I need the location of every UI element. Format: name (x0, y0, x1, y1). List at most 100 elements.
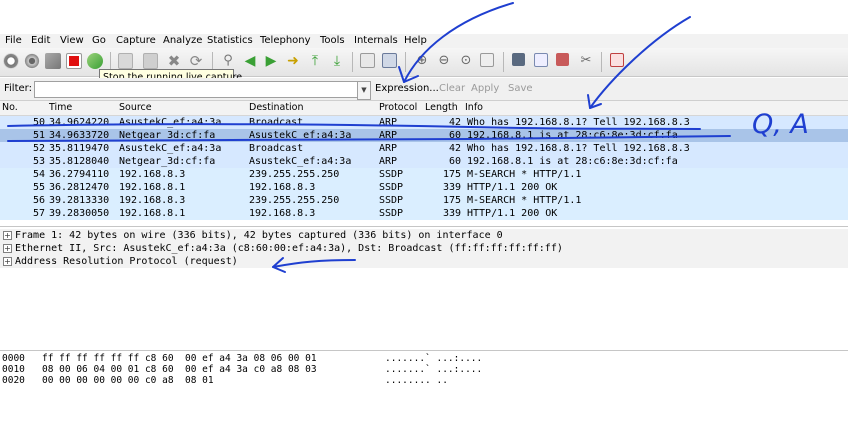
detail-tree-item[interactable]: + Frame 1: 42 bytes on wire (336 bits), … (0, 229, 848, 242)
bytes-ascii: ........ .. (385, 375, 448, 386)
cell-protocol: SSDP (379, 169, 404, 180)
start-capture-icon[interactable] (45, 53, 61, 69)
column-protocol[interactable]: Protocol (379, 102, 417, 113)
help-icon[interactable] (610, 53, 624, 67)
expand-icon[interactable]: + (3, 257, 12, 266)
menu-help[interactable]: Help (404, 34, 427, 48)
cell-length: 42 (449, 143, 462, 154)
cell-length: 175 (443, 169, 462, 180)
find-packet-icon[interactable]: ⚲ (220, 53, 236, 69)
cell-protocol: SSDP (379, 195, 404, 206)
column-source[interactable]: Source (119, 102, 152, 113)
expression-button[interactable]: Expression... (375, 83, 439, 94)
stop-icon (69, 56, 79, 66)
cell-time: 39.2813330 (49, 195, 110, 206)
go-first-icon[interactable]: ⤒ (307, 53, 323, 69)
auto-scroll-icon[interactable] (382, 53, 397, 68)
open-file-icon[interactable] (118, 53, 133, 69)
cell-length: 175 (443, 195, 462, 206)
menu-capture[interactable]: Capture (116, 34, 156, 48)
filter-toolbar: Filter: ▼ Expression... Clear Apply Save (0, 78, 848, 101)
cell-dst: AsustekC_ef:a4:3a (249, 156, 352, 167)
apply-button[interactable]: Apply (471, 83, 499, 94)
go-forward-icon[interactable]: ▶ (263, 53, 279, 69)
coloring-rules-icon[interactable] (556, 53, 569, 66)
table-row[interactable]: 55 36.2812470 192.168.8.1 192.168.8.3 SS… (0, 181, 848, 194)
options-icon[interactable] (24, 53, 40, 69)
save-file-icon[interactable] (143, 53, 158, 69)
menu-file[interactable]: File (5, 34, 22, 48)
menu-edit[interactable]: Edit (31, 34, 50, 48)
filter-dropdown-chevron-icon[interactable]: ▼ (357, 81, 371, 100)
toolbar-separator (601, 52, 602, 72)
restart-capture-icon[interactable] (87, 53, 103, 69)
cell-src: 192.168.8.3 (119, 169, 186, 180)
column-info[interactable]: Info (465, 102, 483, 113)
table-row[interactable]: 50 34.9624220 AsustekC_ef:a4:3a Broadcas… (0, 116, 848, 129)
detail-tree-item[interactable]: + Address Resolution Protocol (request) (0, 255, 848, 268)
expand-icon[interactable]: + (3, 231, 12, 240)
cell-time: 36.2794110 (49, 169, 110, 180)
capture-filters-icon[interactable] (512, 53, 525, 66)
cell-length: 339 (443, 182, 462, 193)
stop-capture-button[interactable] (66, 53, 82, 69)
resize-columns-icon[interactable] (480, 53, 494, 67)
cell-dst: Broadcast (249, 117, 304, 128)
table-row[interactable]: 56 39.2813330 192.168.8.3 239.255.255.25… (0, 194, 848, 207)
colorize-icon[interactable] (360, 53, 375, 68)
detail-text: Address Resolution Protocol (request) (15, 256, 238, 267)
table-row[interactable]: 57 39.2830050 192.168.8.1 192.168.8.3 SS… (0, 207, 848, 220)
cell-protocol: ARP (379, 156, 398, 167)
cell-dst: 192.168.8.3 (249, 208, 316, 219)
zoom-out-icon[interactable]: ⊖ (436, 53, 452, 69)
normal-size-icon[interactable]: ⊙ (458, 53, 474, 69)
bytes-offset: 0020 (2, 375, 25, 386)
menu-view[interactable]: View (60, 34, 84, 48)
display-filters-icon[interactable] (534, 53, 548, 67)
bytes-row[interactable]: 0000 ff ff ff ff ff ff c8 60 00 ef a4 3a… (0, 353, 848, 364)
preferences-icon[interactable]: ✂ (578, 53, 594, 69)
column-destination[interactable]: Destination (249, 102, 304, 113)
menu-analyze[interactable]: Analyze (163, 34, 202, 48)
menu-tools[interactable]: Tools (320, 34, 345, 48)
cell-time: 35.8128040 (49, 156, 110, 167)
bytes-row[interactable]: 0020 00 00 00 00 00 00 c0 a8 08 01 .....… (0, 375, 848, 386)
expand-icon[interactable]: + (3, 244, 12, 253)
menu-telephony[interactable]: Telephony (260, 34, 311, 48)
detail-tree-item[interactable]: + Ethernet II, Src: AsustekC_ef:a4:3a (c… (0, 242, 848, 255)
zoom-in-icon[interactable]: ⊕ (414, 53, 430, 69)
go-to-packet-icon[interactable]: ➜ (285, 53, 301, 69)
cell-length: 60 (449, 130, 462, 141)
bytes-row[interactable]: 0010 08 00 06 04 00 01 c8 60 00 ef a4 3a… (0, 364, 848, 375)
cell-dst: Broadcast (249, 143, 304, 154)
column-time[interactable]: Time (49, 102, 72, 113)
cell-no: 52 (33, 143, 46, 154)
packet-details-pane: + Frame 1: 42 bytes on wire (336 bits), … (0, 226, 848, 351)
cell-info: HTTP/1.1 200 OK (467, 182, 558, 193)
go-last-icon[interactable]: ⤓ (329, 53, 345, 69)
cell-info: M-SEARCH * HTTP/1.1 (467, 195, 582, 206)
filter-input[interactable] (34, 81, 360, 98)
menu-go[interactable]: Go (92, 34, 106, 48)
table-row[interactable]: 51 34.9633720 Netgear_3d:cf:fa AsustekC_… (0, 129, 848, 142)
column-length[interactable]: Length (425, 102, 458, 113)
packet-list-header: No. Time Source Destination Protocol Len… (0, 101, 848, 116)
save-filter-button[interactable]: Save (508, 83, 533, 94)
menu-internals[interactable]: Internals (354, 34, 398, 48)
cell-src: 192.168.8.1 (119, 208, 186, 219)
table-row[interactable]: 54 36.2794110 192.168.8.3 239.255.255.25… (0, 168, 848, 181)
go-back-icon[interactable]: ◀ (242, 53, 258, 69)
reload-icon[interactable]: ⟳ (188, 53, 204, 69)
column-no[interactable]: No. (2, 102, 18, 113)
menu-statistics[interactable]: Statistics (207, 34, 253, 48)
interfaces-icon[interactable] (3, 53, 19, 69)
cell-length: 42 (449, 117, 462, 128)
cell-dst: 239.255.255.250 (249, 195, 340, 206)
cell-info: 192.168.8.1 is at 28:c6:8e:3d:cf:fa (467, 156, 678, 167)
table-row[interactable]: 53 35.8128040 Netgear_3d:cf:fa AsustekC_… (0, 155, 848, 168)
clear-button[interactable]: Clear (439, 83, 465, 94)
close-file-icon[interactable]: ✖ (166, 53, 182, 69)
bytes-offset: 0000 (2, 353, 25, 364)
toolbar-separator (352, 52, 353, 72)
table-row[interactable]: 52 35.8119470 AsustekC_ef:a4:3a Broadcas… (0, 142, 848, 155)
